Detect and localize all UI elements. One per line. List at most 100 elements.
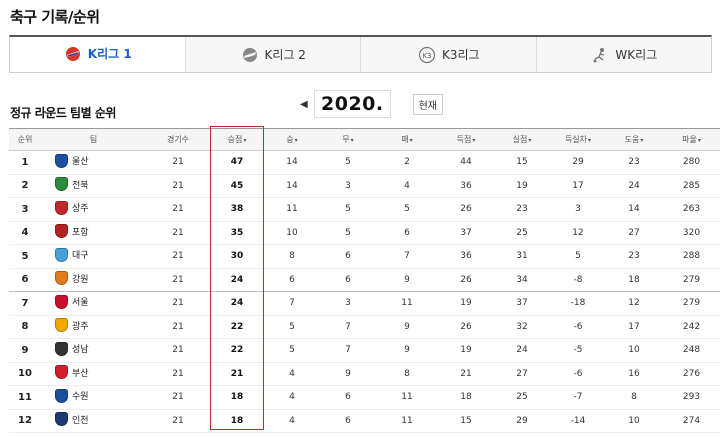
- prev-year-arrow-icon[interactable]: ◀: [300, 99, 312, 110]
- team-cell[interactable]: 수원: [41, 385, 146, 410]
- cell-gd: -18: [550, 291, 606, 316]
- cell-w: 6: [264, 268, 320, 292]
- cell-ast: 10: [606, 338, 662, 363]
- table-row: 10 부산 21 21 4 9 8 21 27 -6 16 276: [9, 362, 720, 386]
- col-header-goals-against[interactable]: 실점▾: [494, 128, 550, 151]
- cell-l: 6: [376, 221, 438, 245]
- tab-wkleague[interactable]: WK리그: [535, 37, 711, 72]
- sort-arrow-icon: ▾: [640, 137, 644, 144]
- team-cell[interactable]: 서울: [41, 291, 146, 316]
- cell-d: 6: [320, 409, 376, 433]
- cell-pts: 47: [210, 150, 264, 175]
- col-header-losses[interactable]: 패▾: [376, 128, 438, 151]
- team-emblem-icon: [55, 200, 68, 215]
- cell-rank: 9: [9, 338, 41, 363]
- cell-w: 5: [264, 315, 320, 339]
- col-header-draws[interactable]: 무▾: [320, 128, 376, 151]
- table-row: 7 서울 21 24 7 3 11 19 37 -18 12 279: [9, 291, 720, 316]
- cell-ga: 34: [494, 268, 550, 292]
- cell-ast: 23: [606, 244, 662, 269]
- team-cell[interactable]: 포항: [41, 221, 146, 245]
- cell-fouls: 293: [662, 385, 720, 410]
- cell-gf: 18: [438, 385, 494, 410]
- cell-ga: 25: [494, 385, 550, 410]
- cell-gp: 21: [146, 197, 210, 222]
- cell-gd: 12: [550, 221, 606, 245]
- team-emblem-icon: [55, 318, 68, 333]
- team-name: 서울: [72, 298, 89, 309]
- cell-w: 4: [264, 385, 320, 410]
- cell-rank: 3: [9, 197, 41, 222]
- team-emblem-icon: [55, 177, 68, 192]
- cell-gf: 44: [438, 150, 494, 175]
- tab-label: K3리그: [441, 48, 480, 62]
- team-cell[interactable]: 부산: [41, 362, 146, 386]
- team-name: 울산: [72, 157, 89, 168]
- cell-w: 11: [264, 197, 320, 222]
- team-cell[interactable]: 상주: [41, 197, 146, 222]
- tab-kleague2[interactable]: K리그 2: [184, 37, 360, 72]
- team-cell[interactable]: 인천: [41, 409, 146, 433]
- cell-ast: 27: [606, 221, 662, 245]
- cell-gf: 19: [438, 291, 494, 316]
- team-cell[interactable]: 울산: [41, 150, 146, 175]
- col-header-goals-for[interactable]: 득점▾: [438, 128, 494, 151]
- cell-fouls: 276: [662, 362, 720, 386]
- team-emblem-icon: [55, 341, 68, 356]
- cell-ga: 25: [494, 221, 550, 245]
- cell-ast: 16: [606, 362, 662, 386]
- sort-arrow-icon: ▾: [588, 137, 592, 144]
- tab-k3league[interactable]: K3 K3리그: [360, 37, 536, 72]
- cell-gd: -6: [550, 315, 606, 339]
- col-header-goal-diff[interactable]: 득실차▾: [550, 128, 606, 151]
- cell-gf: 19: [438, 338, 494, 363]
- team-cell[interactable]: 성남: [41, 338, 146, 363]
- cell-gd: 5: [550, 244, 606, 269]
- current-year-button[interactable]: 현재: [412, 93, 444, 115]
- team-emblem-icon: [55, 247, 68, 262]
- team-name: 상주: [72, 204, 89, 215]
- league-tabs: K리그 1 K리그 2 K3 K3리그 WK리그: [9, 35, 712, 73]
- svg-text:K3: K3: [422, 52, 431, 60]
- table-row: 8 광주 21 22 5 7 9 26 32 -6 17 242: [9, 315, 720, 339]
- cell-pts: 24: [210, 291, 264, 316]
- cell-l: 9: [376, 268, 438, 292]
- cell-l: 5: [376, 197, 438, 222]
- team-cell[interactable]: 전북: [41, 174, 146, 198]
- cell-ga: 29: [494, 409, 550, 433]
- col-header-wins[interactable]: 승▾: [264, 128, 320, 151]
- col-header-rank: 순위: [9, 128, 41, 151]
- col-header-points[interactable]: 승점▾: [210, 128, 264, 151]
- cell-l: 4: [376, 174, 438, 198]
- cell-pts: 30: [210, 244, 264, 269]
- table-row: 1 울산 21 47 14 5 2 44 15 29 23 280: [9, 150, 720, 175]
- team-cell[interactable]: 대구: [41, 244, 146, 269]
- table-header-row: 순위 팀 경기수 승점▾ 승▾ 무▾ 패▾ 득점▾ 실점▾ 득실차▾ 도움▾ 파…: [9, 128, 720, 151]
- team-emblem-icon: [55, 412, 68, 427]
- col-header-assists[interactable]: 도움▾: [606, 128, 662, 151]
- cell-rank: 6: [9, 268, 41, 292]
- cell-rank: 10: [9, 362, 41, 386]
- standings-table: 순위 팀 경기수 승점▾ 승▾ 무▾ 패▾ 득점▾ 실점▾ 득실차▾ 도움▾ 파…: [9, 128, 720, 433]
- cell-ast: 14: [606, 197, 662, 222]
- team-name: 인천: [72, 415, 89, 426]
- cell-l: 2: [376, 150, 438, 175]
- cell-gp: 21: [146, 221, 210, 245]
- col-header-team: 팀: [41, 128, 146, 151]
- col-header-fouls[interactable]: 파울▾: [662, 128, 720, 151]
- team-name: 전북: [72, 180, 89, 191]
- team-cell[interactable]: 강원: [41, 268, 146, 292]
- col-header-games: 경기수: [146, 128, 210, 151]
- team-cell[interactable]: 광주: [41, 315, 146, 339]
- cell-pts: 24: [210, 268, 264, 292]
- cell-d: 3: [320, 291, 376, 316]
- cell-ga: 24: [494, 338, 550, 363]
- cell-rank: 11: [9, 385, 41, 410]
- cell-gf: 26: [438, 315, 494, 339]
- cell-fouls: 248: [662, 338, 720, 363]
- cell-gp: 21: [146, 385, 210, 410]
- cell-ast: 17: [606, 315, 662, 339]
- cell-pts: 22: [210, 315, 264, 339]
- cell-gf: 26: [438, 197, 494, 222]
- tab-kleague1[interactable]: K리그 1: [10, 37, 185, 72]
